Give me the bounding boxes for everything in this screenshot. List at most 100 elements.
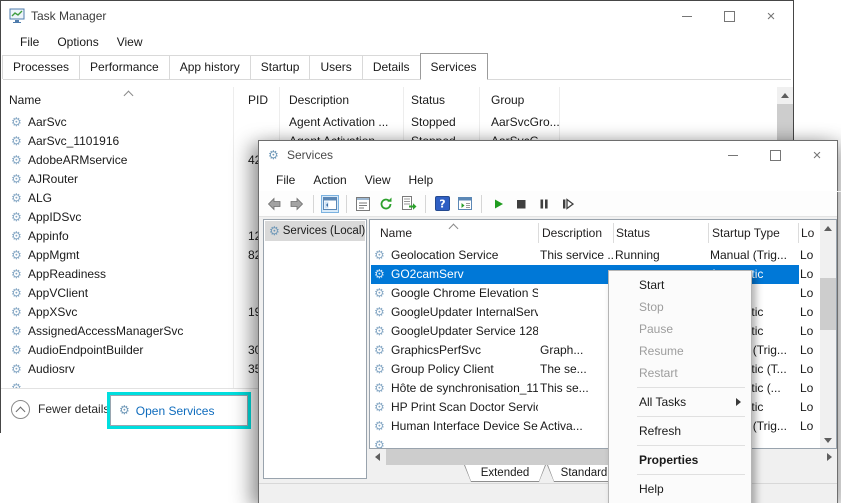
context-menu-item-properties[interactable]: Properties: [609, 449, 751, 471]
column-header-startup-type[interactable]: Startup Type: [712, 220, 780, 246]
properties-icon[interactable]: [354, 195, 372, 213]
table-row[interactable]: ⚙AarSvcAgent Activation ...StoppedAarSvc…: [1, 113, 793, 132]
service-row-selected[interactable]: ⚙GO2camServAutomaticLo: [370, 265, 820, 284]
close-button[interactable]: ×: [809, 147, 825, 163]
context-menu-item-pause: Pause: [609, 318, 751, 340]
tab-extended[interactable]: Extended: [464, 465, 546, 482]
context-menu: Start Stop Pause Resume Restart All Task…: [608, 270, 752, 503]
scrollbar-thumb[interactable]: [820, 278, 836, 330]
gear-icon: ⚙: [269, 221, 280, 241]
vertical-scrollbar[interactable]: [820, 220, 836, 448]
service-row[interactable]: ⚙GoogleUpdater Service 128....AutomaticL…: [370, 322, 820, 341]
context-menu-item-stop: Stop: [609, 296, 751, 318]
horizontal-scrollbar[interactable]: [369, 449, 837, 465]
task-manager-tabs: Processes Performance App history Startu…: [3, 53, 791, 80]
services-window-icon: ⚙: [268, 146, 279, 165]
context-menu-item-restart: Restart: [609, 362, 751, 384]
forward-icon[interactable]: [288, 195, 306, 213]
sort-ascending-icon: [125, 89, 133, 97]
task-manager-icon: [9, 8, 25, 24]
menu-file[interactable]: File: [11, 33, 48, 51]
service-row[interactable]: ⚙HP Print Scan Doctor ServiceAutomaticLo: [370, 398, 820, 417]
column-header-name[interactable]: Name: [380, 220, 412, 246]
back-icon[interactable]: [265, 195, 283, 213]
menu-help[interactable]: Help: [400, 171, 443, 189]
tree-item-services-local[interactable]: ⚙ Services (Local): [265, 221, 365, 241]
start-service-icon[interactable]: [489, 195, 507, 213]
close-button[interactable]: ×: [763, 8, 779, 24]
toolbar-separator: [425, 195, 426, 213]
fewer-details-label[interactable]: Fewer details: [38, 402, 109, 416]
window-title: Task Manager: [31, 9, 106, 23]
menu-view[interactable]: View: [108, 33, 152, 51]
export-list-icon[interactable]: [400, 195, 418, 213]
column-divider[interactable]: [798, 223, 799, 243]
context-menu-item-start[interactable]: Start: [609, 274, 751, 296]
maximize-button[interactable]: [767, 147, 783, 163]
stop-service-icon[interactable]: [512, 195, 530, 213]
scroll-up-button[interactable]: [777, 87, 793, 103]
open-services-link[interactable]: ⚙ Open Services: [110, 395, 248, 426]
scroll-down-button[interactable]: [820, 432, 836, 448]
column-header-status[interactable]: Status: [616, 220, 650, 246]
tab-app-history[interactable]: App history: [169, 55, 251, 79]
service-row[interactable]: ⚙Human Interface Device Ser...Activa...M…: [370, 417, 820, 436]
context-menu-item-all-tasks[interactable]: All Tasks: [609, 391, 751, 413]
refresh-icon[interactable]: [377, 195, 395, 213]
menu-options[interactable]: Options: [48, 33, 107, 51]
service-row[interactable]: ⚙Google Chrome Elevation S...ManualLo: [370, 284, 820, 303]
menu-view[interactable]: View: [356, 171, 400, 189]
service-row[interactable]: ⚙GoogleUpdater InternalServ...AutomaticL…: [370, 303, 820, 322]
menu-file[interactable]: File: [267, 171, 304, 189]
toolbar-separator: [346, 195, 347, 213]
tab-performance[interactable]: Performance: [79, 55, 170, 79]
toolbar-separator: [313, 195, 314, 213]
toolbar-separator: [481, 195, 482, 213]
scroll-left-button[interactable]: [369, 449, 385, 465]
services-menubar: File Action View Help: [259, 169, 841, 192]
context-menu-item-help[interactable]: Help: [609, 478, 751, 500]
tab-details[interactable]: Details: [362, 55, 421, 79]
service-row[interactable]: ⚙Group Policy ClientThe se...Automatic (…: [370, 360, 820, 379]
svg-text:?: ?: [439, 198, 445, 211]
column-divider[interactable]: [708, 223, 709, 243]
column-header-description[interactable]: Description: [542, 220, 602, 246]
service-row[interactable]: ⚙GraphicsPerfSvcGraph...Manual (Trig...L…: [370, 341, 820, 360]
scroll-right-button[interactable]: [821, 449, 837, 465]
column-divider[interactable]: [613, 223, 614, 243]
gear-icon: ⚙: [119, 401, 130, 420]
console-tree-panel: ⚙ Services (Local): [263, 219, 367, 479]
menu-action[interactable]: Action: [304, 171, 355, 189]
scroll-up-button[interactable]: [820, 220, 836, 236]
submenu-arrow-icon: [736, 398, 741, 406]
menu-separator: [637, 416, 745, 417]
services-titlebar[interactable]: ⚙ Services ×: [259, 141, 837, 169]
tab-processes[interactable]: Processes: [2, 55, 80, 79]
minimize-button[interactable]: [725, 147, 741, 163]
column-divider[interactable]: [538, 223, 539, 243]
menu-separator: [637, 474, 745, 475]
resume-service-icon[interactable]: [558, 195, 576, 213]
tab-startup[interactable]: Startup: [250, 55, 311, 79]
minimize-button[interactable]: [679, 8, 695, 24]
show-console-tree-icon[interactable]: [321, 195, 339, 213]
fewer-details-button[interactable]: [11, 400, 30, 419]
show-action-pane-icon[interactable]: [456, 195, 474, 213]
service-row[interactable]: ⚙Geolocation ServiceThis service ...Runn…: [370, 246, 820, 265]
column-header-log-on-as[interactable]: Lo: [801, 220, 814, 246]
service-row[interactable]: ⚙Hôte de synchronisation_11...This se...…: [370, 379, 820, 398]
screenshot: Task Manager × File Options View Process…: [0, 0, 841, 503]
service-row[interactable]: ⚙: [370, 436, 820, 448]
annotation-highlight-box: ⚙ Open Services: [107, 392, 251, 429]
context-menu-item-resume: Resume: [609, 340, 751, 362]
tab-users[interactable]: Users: [309, 55, 362, 79]
tab-services[interactable]: Services: [420, 53, 488, 80]
help-icon[interactable]: ?: [433, 195, 451, 213]
maximize-button[interactable]: [721, 8, 737, 24]
menu-separator: [637, 445, 745, 446]
context-menu-item-refresh[interactable]: Refresh: [609, 420, 751, 442]
task-manager-titlebar[interactable]: Task Manager ×: [1, 1, 793, 31]
chevron-up-icon: [16, 407, 26, 417]
pause-service-icon[interactable]: [535, 195, 553, 213]
task-manager-menubar: File Options View: [1, 31, 803, 53]
